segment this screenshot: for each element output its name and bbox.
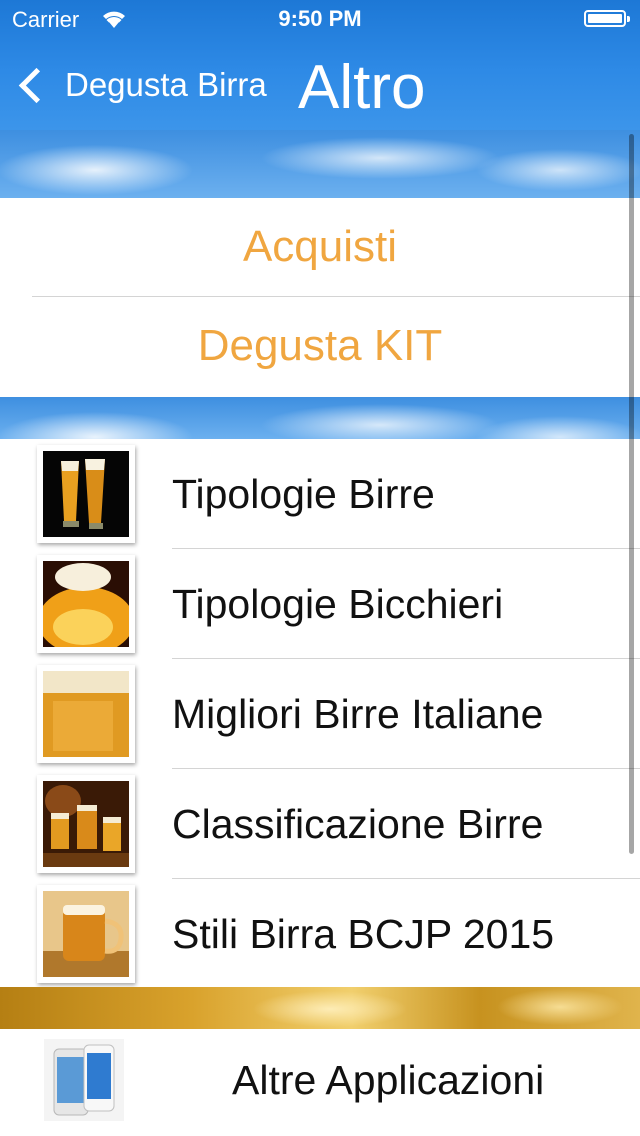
beer-barrels-thumbnail [37,775,135,873]
iphone-thumbnail [44,1039,124,1121]
status-bar: Carrier 9:50 PM [0,0,640,40]
degusta-kit-label: Degusta KIT [197,321,443,370]
acquisti-row[interactable]: Acquisti [0,198,640,296]
degusta-kit-row[interactable]: Degusta KIT [0,297,640,395]
beer-glasses-thumbnail [37,445,135,543]
clock: 9:50 PM [278,6,362,31]
sky-banner [0,130,640,198]
list-item[interactable]: Tipologie Birre [0,439,640,549]
back-button[interactable]: Degusta Birra [16,60,267,110]
list-item[interactable]: Tipologie Bicchieri [0,549,640,659]
other-apps-label: Altre Applicazioni [232,1057,545,1103]
list-item-label: Stili Birra BCJP 2015 [172,911,555,957]
list-item-label: Migliori Birre Italiane [172,691,544,737]
list-item-label: Tipologie Bicchieri [172,581,504,627]
battery-icon [584,10,630,27]
purchase-section: Acquisti Degusta KIT [0,198,640,397]
sky-banner [0,397,640,439]
gold-banner [0,987,640,1029]
list-item[interactable]: Migliori Birre Italiane [0,659,640,769]
beer-list: Tipologie Birre Tipologie Bicchieri Migl… [0,439,640,987]
list-item-label: Tipologie Birre [172,471,435,517]
other-apps-row[interactable]: Altre Applicazioni [0,1029,640,1136]
beer-mug-thumbnail [37,885,135,983]
list-item[interactable]: Classificazione Birre [0,769,640,879]
list-item-label: Classificazione Birre [172,801,544,847]
beer-closeup-thumbnail [37,665,135,763]
navigation-bar: Carrier 9:50 PM Degusta Birra Altro [0,0,640,130]
page-title: Altro [298,53,426,122]
acquisti-label: Acquisti [242,222,398,271]
back-button-label: Degusta Birra [65,66,267,103]
list-item[interactable]: Stili Birra BCJP 2015 [0,879,640,989]
chevron-left-icon [18,67,55,103]
scrollbar[interactable] [629,134,634,854]
beer-foam-thumbnail [37,555,135,653]
